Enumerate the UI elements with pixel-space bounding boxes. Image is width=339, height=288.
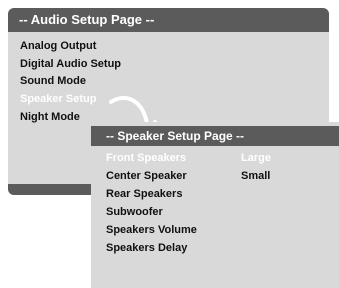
menu-item-sound-mode[interactable]: Sound Mode <box>20 75 86 87</box>
setting-label: Speakers Delay <box>106 242 188 254</box>
setting-label: Subwoofer <box>106 206 163 218</box>
speaker-setup-panel: -- Speaker Setup Page -- Front Speakers … <box>91 122 339 288</box>
menu-item-night-mode[interactable]: Night Mode <box>20 111 80 123</box>
menu-item-digital-audio-setup[interactable]: Digital Audio Setup <box>20 58 121 70</box>
setting-value[interactable]: Small <box>241 170 270 182</box>
setting-value[interactable]: Large <box>241 152 271 164</box>
setting-label: Speakers Volume <box>106 224 197 236</box>
setting-label: Rear Speakers <box>106 188 183 200</box>
audio-setup-title: -- Audio Setup Page -- <box>8 8 329 32</box>
menu-item-speaker-setup[interactable]: Speaker Setup <box>20 93 96 105</box>
setting-row-subwoofer[interactable]: Subwoofer <box>106 206 331 222</box>
menu-item-analog-output[interactable]: Analog Output <box>20 40 96 52</box>
setting-row-speakers-delay[interactable]: Speakers Delay <box>106 242 331 258</box>
setting-row-speakers-volume[interactable]: Speakers Volume <box>106 224 331 240</box>
setting-label: Center Speaker <box>106 170 187 182</box>
osd-screen: -- Audio Setup Page -- Analog Output Dig… <box>0 0 339 288</box>
setting-label: Front Speakers <box>106 152 187 164</box>
setting-row-front-speakers[interactable]: Front Speakers Large <box>106 152 331 168</box>
setting-row-center-speaker[interactable]: Center Speaker Small <box>106 170 331 186</box>
speaker-setup-title: -- Speaker Setup Page -- <box>91 126 339 146</box>
setting-row-rear-speakers[interactable]: Rear Speakers <box>106 188 331 204</box>
